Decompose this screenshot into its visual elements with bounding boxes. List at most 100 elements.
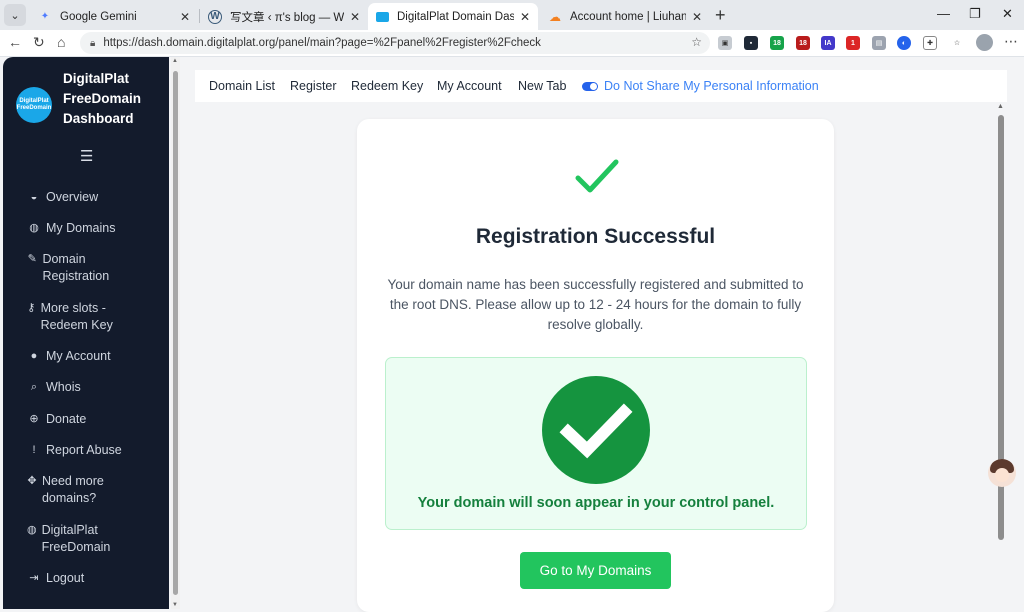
nav-register[interactable]: Register xyxy=(290,79,337,93)
user-icon: ● xyxy=(30,350,38,362)
close-tab-icon[interactable]: ✕ xyxy=(350,10,360,24)
profile-avatar[interactable] xyxy=(976,34,993,51)
sidebar-item-my-domains[interactable]: ◍ My Domains xyxy=(27,220,115,237)
scroll-down-arrow-icon[interactable]: ▼ xyxy=(172,602,178,608)
extension-icon[interactable]: 18 xyxy=(796,36,810,50)
browser-toolbar: ← ↻ ⌂ 🔒︎ https://dash.domain.digitalplat… xyxy=(0,30,1024,56)
sidebar-item-label: Report Abuse xyxy=(46,443,122,457)
tab-actions-menu-button[interactable]: ⌄ xyxy=(4,4,26,26)
sidebar-item-label: My Account xyxy=(46,349,111,363)
sidebar-item-overview[interactable]: ◒ Overview xyxy=(27,189,98,206)
dashboard-icon: ◒ xyxy=(30,191,38,203)
globe-icon: ◍ xyxy=(27,524,37,536)
nav-redeem-key[interactable]: Redeem Key xyxy=(351,79,423,93)
sidebar-item-my-account[interactable]: ● My Account xyxy=(27,348,111,365)
close-window-icon[interactable]: ✕ xyxy=(1002,6,1013,22)
browser-tab-wordpress[interactable]: W 写文章 ‹ π's blog — WordPress ✕ xyxy=(200,3,368,30)
go-to-my-domains-button[interactable]: Go to My Domains xyxy=(520,552,671,589)
brand[interactable]: DigitalPlat FreeDomain DigitalPlat FreeD… xyxy=(3,67,169,137)
tab-title: 写文章 ‹ π's blog — WordPress xyxy=(230,11,344,24)
success-alert: Your domain will soon appear in your con… xyxy=(385,357,807,530)
sidebar-item-whois[interactable]: ⌕ Whois xyxy=(27,379,81,396)
extension-icon[interactable]: ▤ xyxy=(872,36,886,50)
globe-icon: ◍ xyxy=(29,222,39,234)
extension-icon[interactable]: ◐ xyxy=(897,36,911,50)
more-menu-icon[interactable]: ⋯ xyxy=(1004,33,1018,50)
sidebar-item-digitalplat-freedomain[interactable]: ◍ DigitalPlat FreeDomain xyxy=(27,522,127,556)
arrows-icon: ✥ xyxy=(27,475,37,487)
sidebar-scrollbar[interactable]: ▲ ▼ xyxy=(171,57,180,609)
browser-tab-cloudflare[interactable]: ☁ Account home | Liuhanze2012@qq ✕ xyxy=(540,3,710,30)
logout-icon: ⇥ xyxy=(29,572,39,584)
tab-title: Google Gemini xyxy=(60,10,137,23)
sidebar-item-label: Donate xyxy=(46,412,87,426)
nav-my-account[interactable]: My Account xyxy=(437,79,502,93)
checkmark-icon xyxy=(575,159,619,193)
edit-icon: ✎ xyxy=(27,253,37,265)
sidebar-item-label: My Domains xyxy=(46,221,116,235)
top-navigation: Domain List Register Redeem Key My Accou… xyxy=(195,70,1007,102)
sidebar-item-label: Overview xyxy=(46,190,99,204)
extension-icon[interactable]: 1 xyxy=(846,36,860,50)
sidebar: DigitalPlat FreeDomain DigitalPlat FreeD… xyxy=(3,57,169,609)
sidebar-item-label: Domain Registration xyxy=(42,252,110,283)
sidebar-item-donate[interactable]: ⊕ Donate xyxy=(27,411,86,428)
restore-icon[interactable]: ❐ xyxy=(969,6,981,22)
back-icon[interactable]: ← xyxy=(8,34,22,50)
minimize-icon[interactable]: — xyxy=(937,6,950,21)
sidebar-item-report-abuse[interactable]: ! Report Abuse xyxy=(27,442,122,459)
sidebar-item-label: Need more domains? xyxy=(41,474,104,505)
sidebar-item-label: Whois xyxy=(46,380,81,394)
browser-tab-digitalplat[interactable]: DigitalPlat Domain Dashboard ✕ xyxy=(368,3,538,30)
sidebar-item-domain-registration[interactable]: ✎ Domain Registration xyxy=(27,251,127,285)
url-text: https://dash.domain.digitalplat.org/pane… xyxy=(103,37,541,49)
nav-domain-list[interactable]: Domain List xyxy=(209,79,275,93)
extension-icon[interactable]: 18 xyxy=(770,36,784,50)
donate-icon: ⊕ xyxy=(29,413,39,425)
brand-title: DigitalPlat FreeDomain Dashboard xyxy=(63,71,142,126)
sidebar-item-label: More slots - Redeem Key xyxy=(40,301,113,332)
brand-logo: DigitalPlat FreeDomain xyxy=(16,87,52,123)
sidebar-item-label: DigitalPlat FreeDomain xyxy=(41,523,111,554)
registration-success-card: Registration Successful Your domain name… xyxy=(357,119,834,612)
cloudflare-icon: ☁ xyxy=(549,9,561,24)
address-bar[interactable]: 🔒︎ https://dash.domain.digitalplat.org/p… xyxy=(80,32,710,54)
close-tab-icon[interactable]: ✕ xyxy=(692,10,702,24)
scrollbar-thumb[interactable] xyxy=(173,71,178,595)
lock-icon: 🔒︎ xyxy=(90,37,96,49)
extension-icon[interactable]: ▪ xyxy=(744,36,758,50)
favorite-star-icon[interactable]: ☆ xyxy=(691,35,702,49)
success-message: Your domain will soon appear in your con… xyxy=(417,495,775,511)
privacy-link[interactable]: Do Not Share My Personal Information xyxy=(604,79,819,93)
digitalplat-icon xyxy=(376,11,389,22)
privacy-toggle-icon[interactable] xyxy=(582,82,598,91)
new-tab-icon[interactable]: + xyxy=(715,5,726,26)
scroll-up-arrow-icon[interactable]: ▲ xyxy=(172,58,178,64)
sidebar-item-label: Logout xyxy=(46,571,85,585)
page-title: Registration Successful xyxy=(475,225,716,248)
floating-assistant-avatar[interactable] xyxy=(988,459,1016,487)
nav-new-tab[interactable]: New Tab xyxy=(518,79,566,93)
extensions-puzzle-icon[interactable]: ✚ xyxy=(923,36,937,50)
close-tab-icon[interactable]: ✕ xyxy=(520,10,530,24)
extension-icon[interactable]: IA xyxy=(821,36,835,50)
close-tab-icon[interactable]: ✕ xyxy=(180,10,190,24)
refresh-icon[interactable]: ↻ xyxy=(33,34,45,51)
main-scrollbar[interactable]: ▲ ▼ xyxy=(994,103,1008,609)
exclamation-icon: ! xyxy=(32,444,36,456)
browser-tab-gemini[interactable]: ✦ Google Gemini ✕ xyxy=(30,3,198,30)
gemini-icon: ✦ xyxy=(40,11,50,22)
favorites-icon[interactable]: ☆ xyxy=(950,36,964,50)
extension-icon[interactable]: ▣ xyxy=(718,36,732,50)
tab-title: DigitalPlat Domain Dashboard xyxy=(397,10,514,23)
wordpress-icon: W xyxy=(208,9,222,24)
sidebar-item-need-more-domains[interactable]: ✥ Need more domains? xyxy=(27,473,127,507)
page-viewport: DigitalPlat FreeDomain DigitalPlat FreeD… xyxy=(0,57,1024,612)
scroll-up-arrow-icon[interactable]: ▲ xyxy=(997,103,1004,110)
hamburger-menu-icon[interactable]: ☰ xyxy=(80,147,93,165)
home-icon[interactable]: ⌂ xyxy=(57,34,65,50)
sidebar-item-redeem-key[interactable]: ⚷ More slots - Redeem Key xyxy=(27,300,127,334)
key-icon: ⚷ xyxy=(27,302,36,314)
search-icon: ⌕ xyxy=(30,381,38,393)
sidebar-item-logout[interactable]: ⇥ Logout xyxy=(27,570,84,587)
